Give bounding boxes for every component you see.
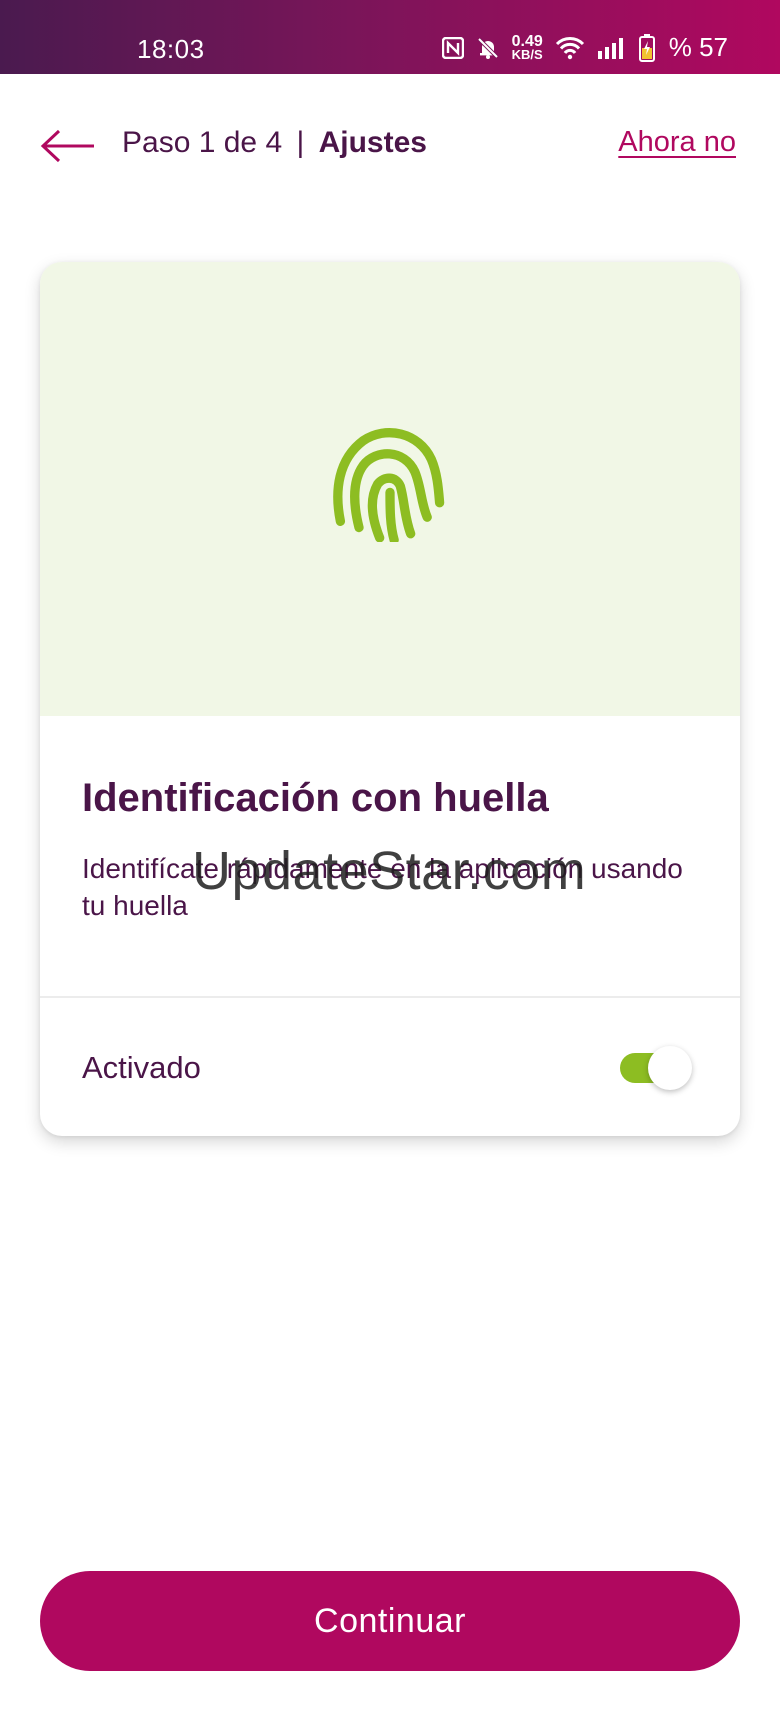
step-indicator: Paso 1 de 4 | Ajustes <box>122 126 427 160</box>
bell-off-icon <box>476 36 500 60</box>
back-button[interactable] <box>38 118 98 178</box>
nfc-icon <box>441 36 464 59</box>
status-time: 18:03 <box>137 34 205 64</box>
fingerprint-icon <box>333 428 445 542</box>
arrow-left-icon <box>40 129 96 168</box>
fingerprint-card: Identificación con huella Identifícate r… <box>40 262 740 1136</box>
card-hero <box>40 262 740 716</box>
skip-link[interactable]: Ahora no <box>618 126 736 159</box>
toggle-knob <box>648 1046 692 1090</box>
card-description: Identifícate rápidamente en la aplicació… <box>82 853 683 921</box>
network-speed: 0.49 KB/S <box>511 34 543 62</box>
header: Paso 1 de 4 | Ajustes Ahora no <box>0 74 780 214</box>
step-separator: | <box>296 126 305 159</box>
network-speed-unit: KB/S <box>511 47 543 62</box>
step-count: Paso 1 de 4 <box>122 126 283 159</box>
card-divider <box>40 996 740 998</box>
step-section: Ajustes <box>318 126 427 159</box>
status-icons: 0.49 KB/S % 57 <box>441 32 728 63</box>
signal-icon <box>597 37 627 59</box>
fingerprint-toggle[interactable] <box>620 1046 692 1090</box>
card-title: Identificación con huella <box>82 776 549 820</box>
continue-button[interactable]: Continuar <box>40 1571 740 1671</box>
battery-percent: % 57 <box>668 32 728 62</box>
wifi-icon <box>555 36 585 60</box>
toggle-label: Activado <box>82 1050 201 1085</box>
status-bar: 18:03 0.49 KB/S % 57 <box>0 0 780 74</box>
battery-charging-icon <box>638 33 655 62</box>
